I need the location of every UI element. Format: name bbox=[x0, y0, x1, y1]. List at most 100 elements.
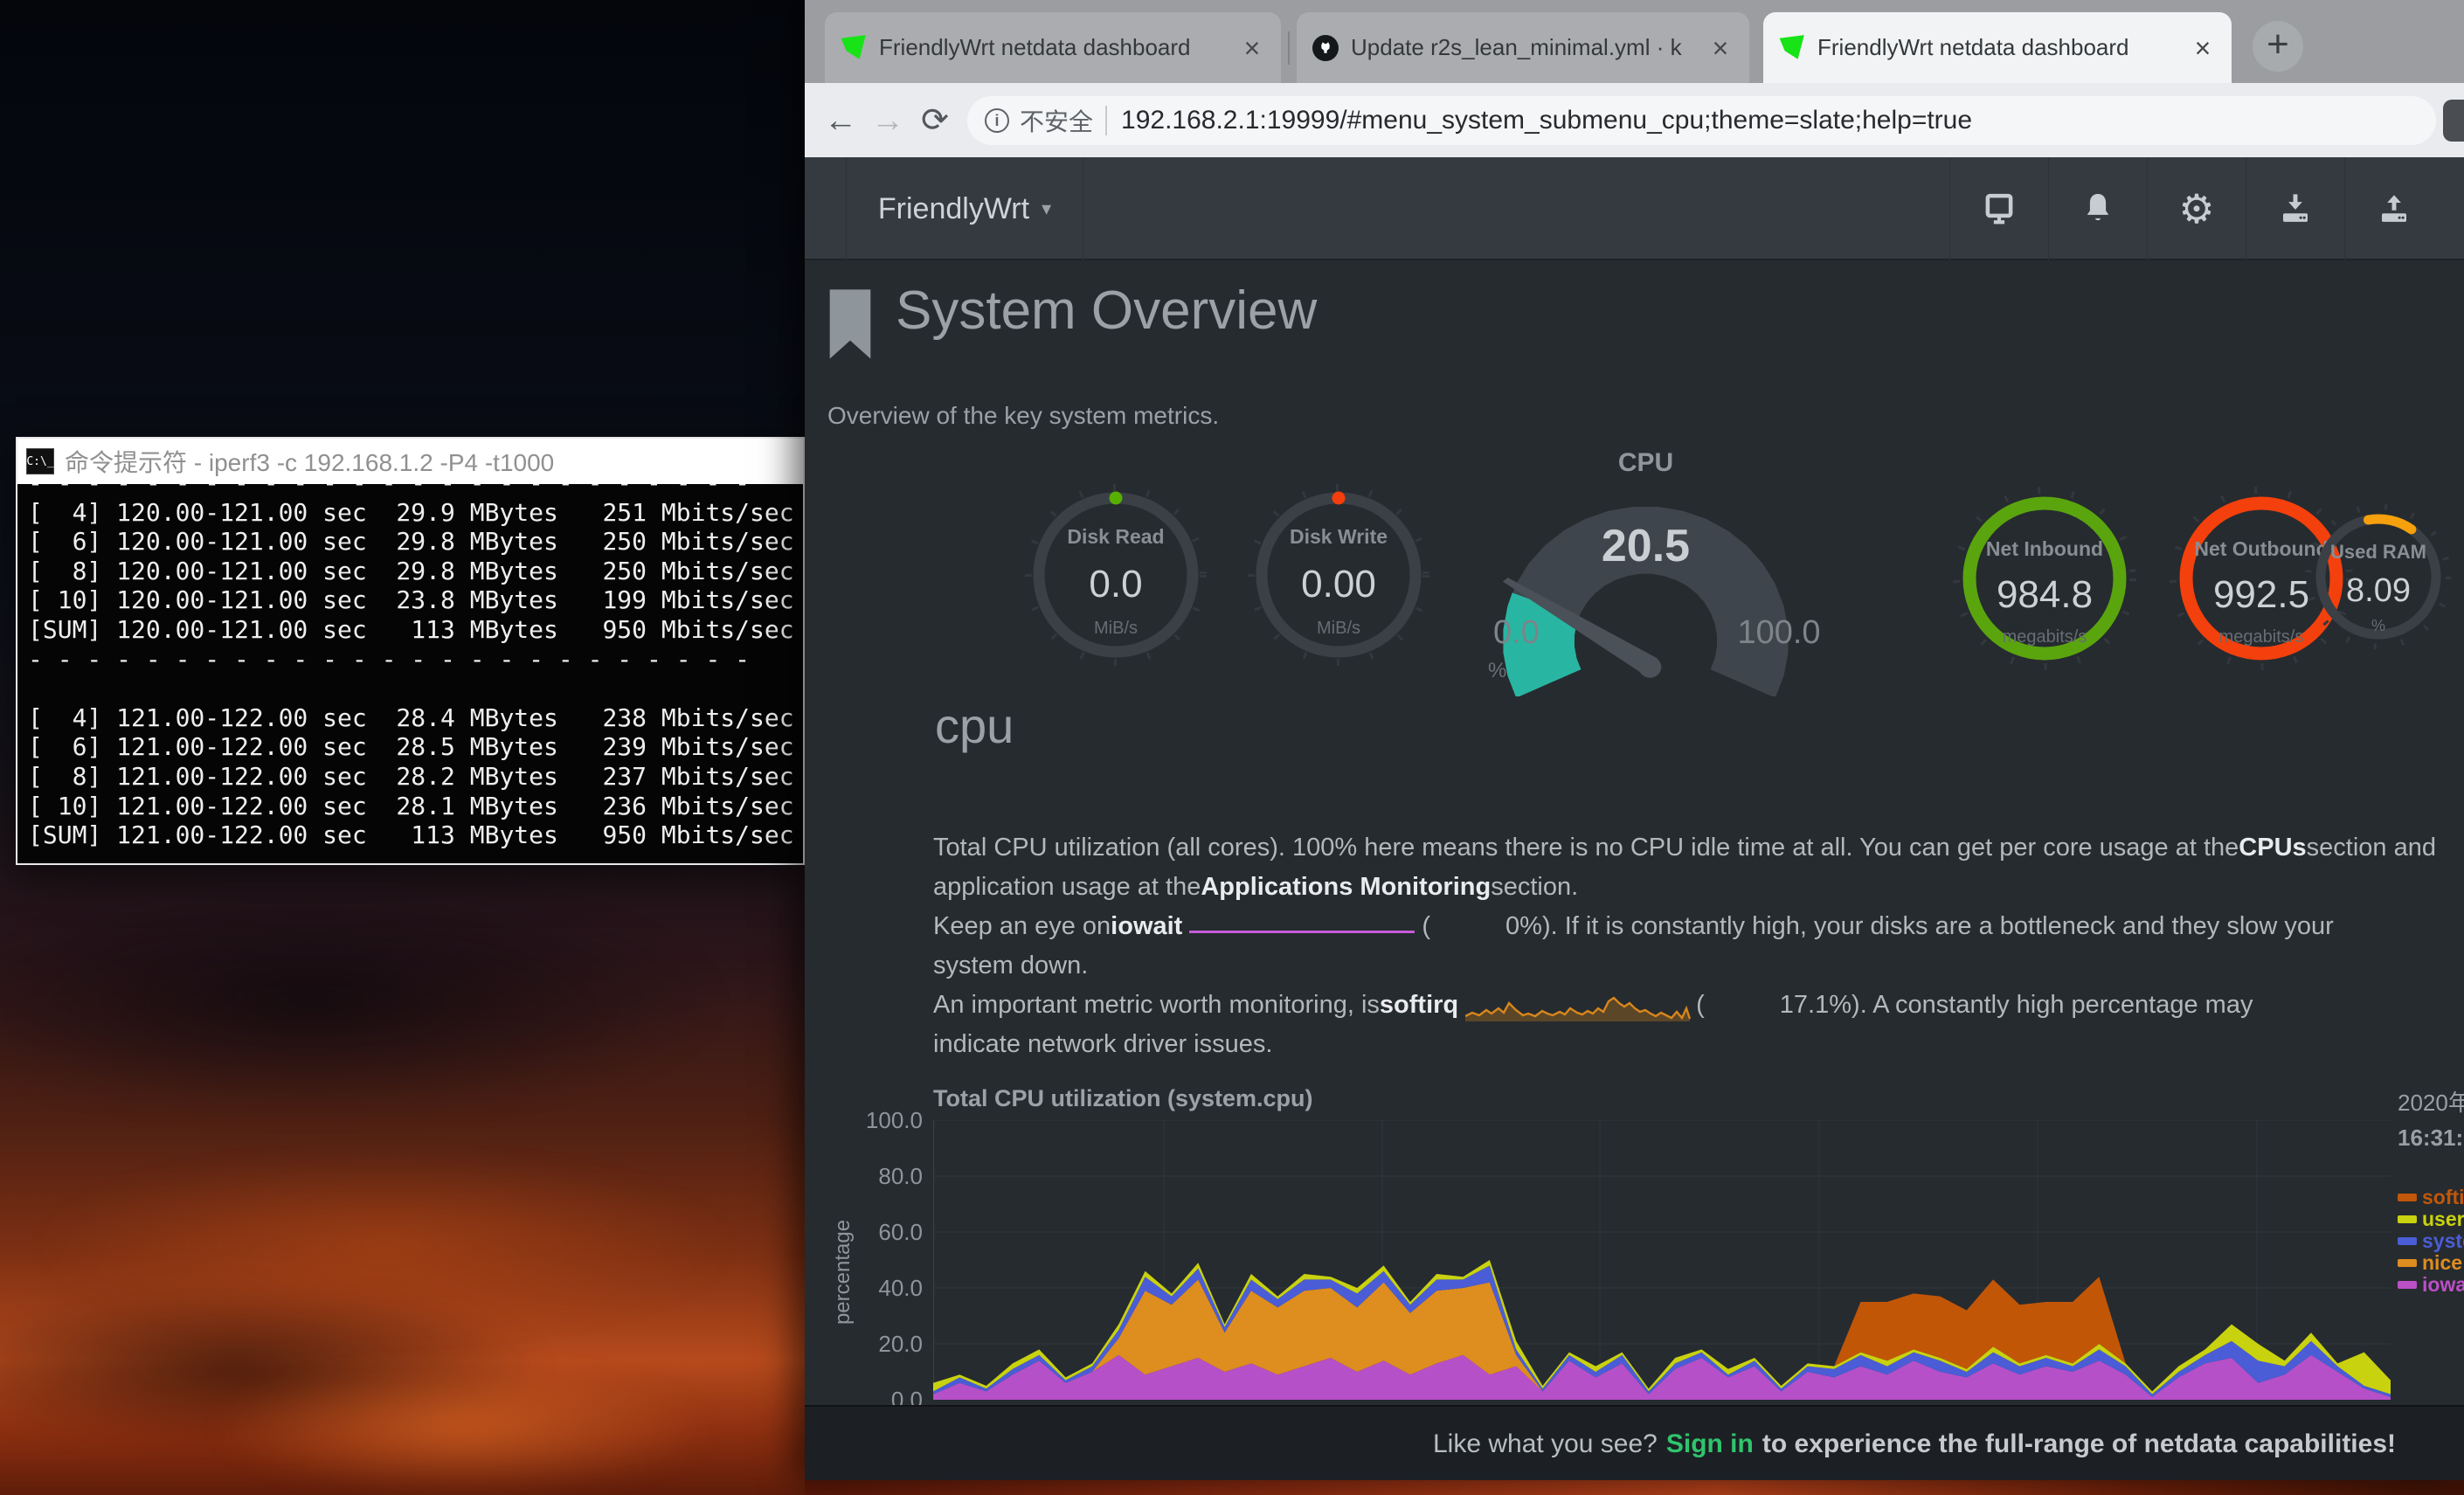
gauge-title: Disk Read bbox=[1067, 525, 1164, 549]
description-line: indicate network driver issues. bbox=[933, 1025, 2464, 1064]
legend-row[interactable]: system bbox=[2398, 1230, 2464, 1252]
export-button[interactable] bbox=[2344, 157, 2443, 260]
legend-swatch bbox=[2398, 1194, 2417, 1201]
legend-label: softirq bbox=[2422, 1186, 2464, 1209]
description-line: system down. bbox=[933, 946, 2464, 986]
gauge-unit: megabits/s bbox=[2003, 627, 2087, 647]
wallpaper-cloud bbox=[210, 1363, 716, 1494]
legend-label: nice bbox=[2422, 1251, 2462, 1275]
netdata-favicon bbox=[1779, 35, 1805, 61]
gauge-title: Disk Write bbox=[1290, 525, 1388, 549]
extension-icon[interactable] bbox=[2443, 100, 2464, 142]
tab-label: FriendlyWrt netdata dashboard bbox=[879, 34, 1237, 61]
tab-netdata-1[interactable]: FriendlyWrt netdata dashboard × bbox=[825, 12, 1281, 83]
softirq-value: 17.1% bbox=[1780, 986, 1851, 1025]
navbar-actions: ⚙ bbox=[1949, 157, 2443, 260]
tab-netdata-active[interactable]: FriendlyWrt netdata dashboard × bbox=[1763, 12, 2232, 83]
info-icon[interactable]: i bbox=[985, 108, 1009, 133]
gauge-unit: megabits/s bbox=[2219, 627, 2304, 647]
legend-swatch bbox=[2398, 1237, 2417, 1245]
browser-window: FriendlyWrt netdata dashboard × Update r… bbox=[805, 0, 2464, 1480]
legend-swatch bbox=[2398, 1259, 2417, 1267]
security-label: 不安全 bbox=[1020, 103, 1093, 138]
cpu-gauge-value: 20.5 bbox=[1478, 520, 1814, 572]
cpu-gauge-unit: % bbox=[1488, 659, 1506, 683]
page-subtitle: Overview of the key system metrics. bbox=[827, 402, 1219, 430]
description-line: An important metric worth monitoring, is… bbox=[933, 986, 2464, 1025]
legend-swatch bbox=[2398, 1281, 2417, 1289]
chart-time: 16:31:2 bbox=[2398, 1125, 2464, 1152]
tab-github[interactable]: Update r2s_lean_minimal.yml · k × bbox=[1297, 12, 1749, 83]
ytick: 40.0 bbox=[820, 1275, 923, 1301]
gauge-unit: MiB/s bbox=[1317, 619, 1360, 639]
cpus-link[interactable]: CPUs bbox=[2239, 828, 2306, 868]
applications-monitoring-link[interactable]: Applications Monitoring bbox=[1201, 868, 1491, 907]
gauge-value: 0.00 bbox=[1301, 563, 1376, 606]
legend-row[interactable]: user bbox=[2398, 1208, 2464, 1230]
import-button[interactable] bbox=[2246, 157, 2344, 260]
cmd-icon: C:\_ bbox=[26, 448, 54, 474]
legend-row[interactable]: softirq bbox=[2398, 1187, 2464, 1208]
wallpaper-cloud bbox=[0, 882, 725, 1118]
host-name: FriendlyWrt bbox=[878, 192, 1029, 226]
legend-swatch bbox=[2398, 1215, 2417, 1223]
ytick: 100.0 bbox=[820, 1107, 923, 1133]
cpu-description: Total CPU utilization (all cores). 100% … bbox=[933, 828, 2464, 1064]
display-settings-button[interactable] bbox=[1949, 157, 2048, 260]
wallpaper-bottom-strip bbox=[805, 1480, 2464, 1495]
ytick: 80.0 bbox=[820, 1163, 923, 1189]
reload-button[interactable]: ⟳ bbox=[911, 97, 959, 144]
page-title: System Overview bbox=[896, 280, 1317, 342]
netdata-favicon bbox=[841, 35, 867, 61]
browser-toolbar: ← → ⟳ i 不安全 192.168.2.1:19999/#menu_syst… bbox=[805, 83, 2464, 157]
download-icon bbox=[2277, 190, 2314, 227]
ytick: 20.0 bbox=[820, 1331, 923, 1357]
gauge-value: 992.5 bbox=[2213, 573, 2309, 617]
tab-label: Update r2s_lean_minimal.yml · k bbox=[1351, 34, 1706, 61]
gauge-value: 984.8 bbox=[1997, 573, 2093, 617]
signin-link[interactable]: Sign in bbox=[1666, 1429, 1754, 1459]
host-dropdown[interactable]: FriendlyWrt ▾ bbox=[846, 157, 1083, 260]
disk-write-gauge[interactable]: Disk Write 0.00 MiB/s bbox=[1247, 483, 1430, 667]
bookmark-icon bbox=[826, 288, 875, 364]
settings-button[interactable]: ⚙ bbox=[2147, 157, 2246, 260]
net-inbound-gauge[interactable]: Net Inbound 984.8 megabits/s bbox=[1953, 487, 2136, 670]
tab-close-icon[interactable]: × bbox=[2188, 33, 2218, 63]
cpu-gauge[interactable] bbox=[1478, 459, 1814, 696]
softirq-sparkline[interactable] bbox=[1465, 992, 1691, 1023]
terminal-titlebar[interactable]: C:\_ 命令提示符 - iperf3 -c 192.168.1.2 -P4 -… bbox=[17, 439, 803, 484]
forward-button[interactable]: → bbox=[864, 97, 911, 144]
signin-prefix: Like what you see? bbox=[1433, 1429, 1658, 1459]
cpu-utilization-chart[interactable] bbox=[933, 1120, 2391, 1400]
disk-read-gauge[interactable]: Disk Read 0.0 MiB/s bbox=[1024, 483, 1208, 667]
legend-label: user bbox=[2422, 1208, 2464, 1231]
section-title-cpu: cpu bbox=[935, 697, 1014, 754]
url-text[interactable]: 192.168.2.1:19999/#menu_system_submenu_c… bbox=[1121, 106, 1972, 135]
gauge-unit: MiB/s bbox=[1094, 619, 1138, 639]
iowait-value: 0% bbox=[1505, 907, 1542, 946]
legend-row[interactable]: iowait bbox=[2398, 1274, 2464, 1296]
tab-close-icon[interactable]: × bbox=[1706, 33, 1735, 63]
chevron-down-icon: ▾ bbox=[1042, 197, 1051, 220]
gauge-title: Used RAM bbox=[2330, 541, 2426, 564]
new-tab-button[interactable]: + bbox=[2253, 21, 2303, 72]
alarms-button[interactable] bbox=[2048, 157, 2147, 260]
ytick: 60.0 bbox=[820, 1219, 923, 1245]
legend-row[interactable]: nice bbox=[2398, 1252, 2464, 1274]
gauge-value: 8.09 bbox=[2346, 572, 2411, 610]
legend-label: system bbox=[2422, 1229, 2464, 1253]
gear-icon: ⚙ bbox=[2178, 185, 2214, 232]
tab-strip: FriendlyWrt netdata dashboard × Update r… bbox=[805, 0, 2464, 83]
description-line: Total CPU utilization (all cores). 100% … bbox=[933, 828, 2464, 868]
chart-legend: 2020年3 16:31:2 softirq user system nice … bbox=[2398, 1085, 2464, 1321]
iowait-sparkline[interactable] bbox=[1189, 916, 1415, 933]
description-line: Keep an eye on iowait ( 0% ). If it is c… bbox=[933, 907, 2464, 946]
tab-separator bbox=[1288, 31, 1290, 65]
used-ram-gauge[interactable]: Used RAM 8.09 % bbox=[2304, 502, 2453, 651]
netdata-page: FriendlyWrt ▾ ⚙ bbox=[805, 157, 2464, 1480]
terminal-window[interactable]: C:\_ 命令提示符 - iperf3 -c 192.168.1.2 -P4 -… bbox=[16, 437, 805, 865]
address-bar[interactable]: i 不安全 192.168.2.1:19999/#menu_system_sub… bbox=[967, 96, 2436, 145]
tab-close-icon[interactable]: × bbox=[1237, 33, 1267, 63]
terminal-output: - - - - - - - - - - - - - - - - - - - - … bbox=[28, 484, 803, 850]
back-button[interactable]: ← bbox=[817, 97, 864, 144]
